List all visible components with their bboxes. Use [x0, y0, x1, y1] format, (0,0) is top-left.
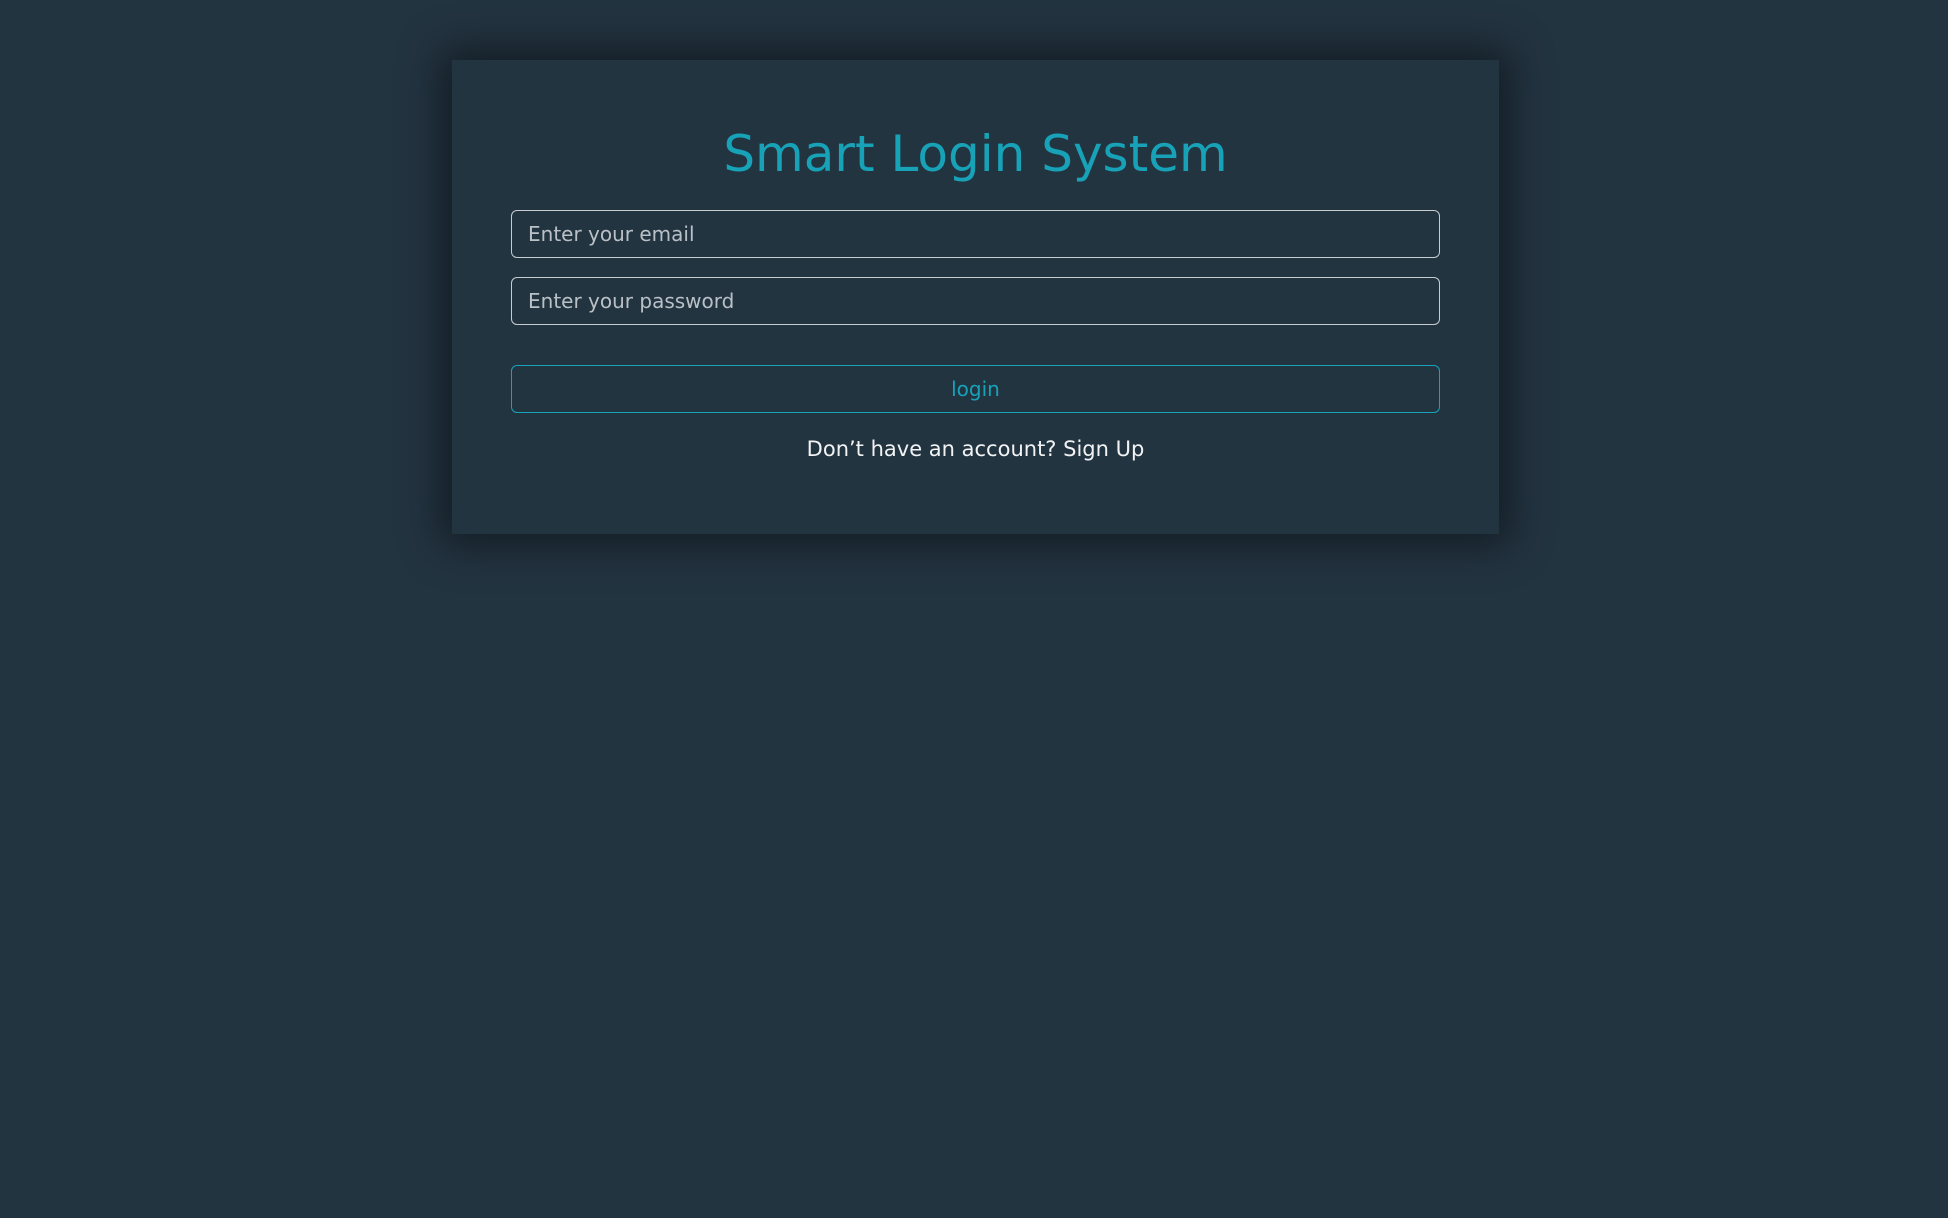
signup-row: Don’t have an account? Sign Up — [511, 437, 1440, 461]
page-title: Smart Login System — [723, 125, 1228, 183]
login-card: Smart Login System login Don’t have an a… — [452, 60, 1499, 534]
login-button[interactable]: login — [511, 365, 1440, 413]
signup-prompt: Don’t have an account? — [806, 437, 1057, 461]
page: Smart Login System login Don’t have an a… — [0, 0, 1948, 1218]
signup-link[interactable]: Sign Up — [1063, 437, 1144, 461]
password-field[interactable] — [511, 277, 1440, 325]
email-field[interactable] — [511, 210, 1440, 258]
